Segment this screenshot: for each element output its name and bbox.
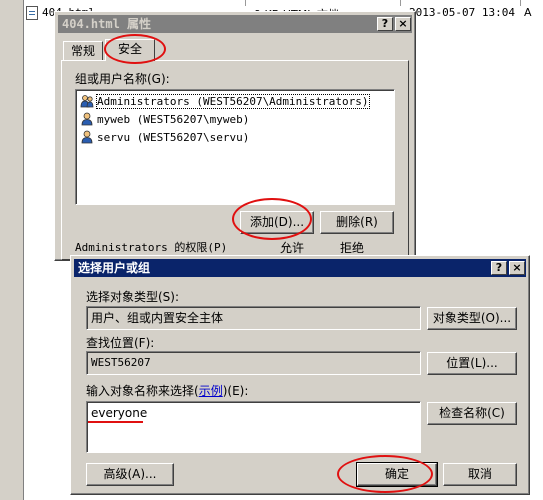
select-users-title: 选择用户或组: [78, 261, 151, 275]
add-button[interactable]: 添加(D)...: [240, 211, 314, 234]
user-group-icon: [80, 95, 94, 108]
close-button[interactable]: ×: [395, 17, 411, 31]
examples-link[interactable]: 示例: [199, 384, 223, 398]
user-name: servu (WEST56207\servu): [97, 131, 250, 144]
explorer-left-pane: [0, 0, 24, 500]
help-button[interactable]: ?: [377, 17, 393, 31]
permissions-label: Administrators 的权限(P): [75, 241, 228, 254]
user-list-item[interactable]: Administrators (WEST56207\Administrators…: [80, 93, 370, 111]
object-name-label-text: 输入对象名称来选择(: [86, 384, 199, 398]
column-separator: [245, 0, 246, 6]
close-button[interactable]: ×: [509, 261, 525, 275]
object-types-button[interactable]: 对象类型(O)...: [427, 307, 517, 330]
deny-header: 拒绝: [340, 241, 365, 255]
ok-button[interactable]: 确定: [356, 462, 438, 487]
help-button[interactable]: ?: [491, 261, 507, 275]
locations-button[interactable]: 位置(L)...: [427, 352, 517, 375]
user-icon: [81, 130, 93, 144]
input-underline-mark: [88, 421, 143, 423]
location-field: WEST56207: [86, 351, 421, 375]
file-date: 2013-05-07 13:04: [409, 6, 515, 19]
select-users-dialog: 选择用户或组 ? × 选择对象类型(S): 用户、组或内置安全主体 对象类型(O…: [70, 255, 530, 495]
properties-dialog: 404.html 属性 ? × 常规 安全 组或用户名称(G): Adminis…: [54, 11, 416, 261]
cancel-button[interactable]: 取消: [443, 463, 517, 486]
html-file-icon: [26, 6, 38, 20]
tab-general[interactable]: 常规: [63, 41, 103, 61]
file-attr: A: [524, 6, 532, 19]
check-names-button[interactable]: 检查名称(C): [427, 402, 517, 425]
user-name: myweb (WEST56207\myweb): [97, 113, 250, 126]
advanced-button[interactable]: 高级(A)...: [86, 463, 174, 486]
object-name-label-suffix: )(E):: [222, 384, 249, 398]
column-separator: [520, 0, 521, 6]
object-name-input[interactable]: everyone: [86, 401, 421, 453]
user-name: Administrators (WEST56207\Administrators…: [96, 94, 370, 109]
user-list-item[interactable]: servu (WEST56207\servu): [80, 129, 249, 147]
tab-security[interactable]: 安全: [105, 39, 155, 61]
select-users-titlebar[interactable]: 选择用户或组 ? ×: [74, 259, 526, 277]
object-name-label: 输入对象名称来选择(示例)(E):: [86, 382, 248, 399]
user-icon: [81, 112, 93, 126]
user-listbox[interactable]: Administrators (WEST56207\Administrators…: [75, 89, 395, 205]
security-tab-panel: 组或用户名称(G): Administrators (WEST56207\Adm…: [61, 60, 409, 260]
object-type-label: 选择对象类型(S):: [86, 290, 180, 304]
location-label: 查找位置(F):: [86, 336, 155, 350]
properties-titlebar[interactable]: 404.html 属性 ? ×: [58, 15, 412, 33]
remove-button[interactable]: 删除(R): [320, 211, 394, 234]
column-separator: [400, 0, 401, 6]
group-user-label: 组或用户名称(G):: [75, 72, 170, 86]
user-list-item[interactable]: myweb (WEST56207\myweb): [80, 111, 249, 129]
object-type-field: 用户、组或内置安全主体: [86, 306, 421, 330]
properties-title: 404.html 属性: [62, 17, 152, 31]
allow-header: 允许: [280, 241, 305, 255]
